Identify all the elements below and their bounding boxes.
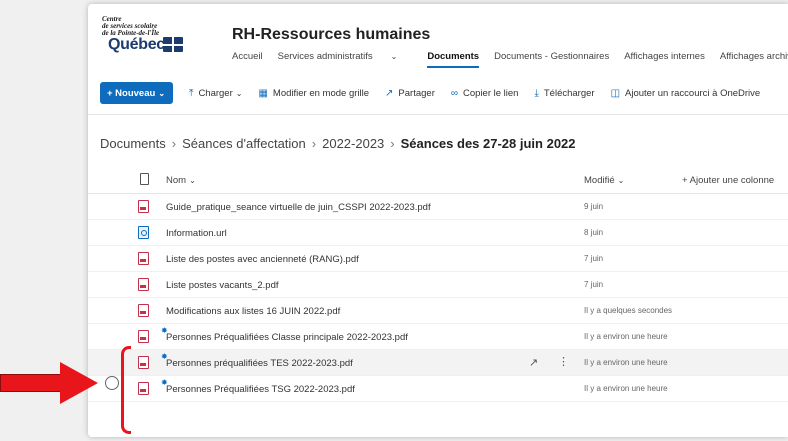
red-arrow-annotation (0, 374, 62, 392)
file-modified: 7 juin (584, 280, 604, 289)
table-row[interactable]: Guide_pratique_seance virtuelle de juin_… (88, 194, 788, 220)
file-name[interactable]: Guide_pratique_seance virtuelle de juin_… (166, 202, 431, 213)
sharepoint-window: Centre de services scolaire de la Pointe… (88, 4, 788, 437)
site-header: Centre de services scolaire de la Pointe… (88, 4, 788, 76)
breadcrumb-documents[interactable]: Documents (100, 136, 166, 151)
share-label: Partager (398, 87, 435, 99)
table-row[interactable]: ✸ Personnes Préqualifiées Classe princip… (88, 324, 788, 350)
table-row[interactable]: Modifications aux listes 16 JUIN 2022.pd… (88, 298, 788, 324)
nav-item-accueil[interactable]: Accueil (232, 51, 263, 68)
upload-button[interactable]: ⤒ Charger ⌄ (189, 88, 242, 99)
file-modified: 8 juin (584, 228, 604, 237)
nav-item-affichages-internes[interactable]: Affichages internes (624, 51, 705, 68)
chevron-down-icon: ⌄ (158, 88, 166, 98)
file-name[interactable]: Liste des postes avec ancienneté (RANG).… (166, 254, 359, 265)
row-select-radio[interactable] (105, 376, 119, 390)
pdf-file-icon (138, 278, 149, 291)
table-row[interactable]: ✸ Personnes préqualifiées TES 2022-2023.… (88, 350, 788, 376)
chevron-down-icon: ⌄ (617, 176, 625, 185)
copy-link-button[interactable]: ∞ Copier le lien (451, 88, 519, 99)
download-icon: ⤓ (534, 87, 539, 99)
column-modified[interactable]: Modifié ⌄ (584, 175, 624, 186)
onedrive-shortcut-button[interactable]: ◫ Ajouter un raccourci à OneDrive (611, 88, 761, 99)
file-modified: Il y a quelques secondes (584, 306, 673, 315)
column-name-label: Nom (166, 175, 187, 186)
table-row[interactable]: Liste des postes avec ancienneté (RANG).… (88, 246, 788, 272)
table-row[interactable]: ✸ Personnes Préqualifiées TSG 2022-2023.… (88, 376, 788, 402)
breadcrumb: Documents › Séances d'affectation › 2022-202… (100, 136, 576, 151)
file-modified: 7 juin (584, 254, 604, 263)
file-modified: Il y a environ une heure (584, 384, 668, 393)
file-name[interactable]: Personnes Préqualifiées Classe principal… (166, 332, 408, 343)
download-label: Télécharger (543, 87, 595, 99)
shortcut-icon: ◫ (610, 87, 621, 99)
chevron-down-icon: ⌄ (189, 176, 196, 185)
share-button[interactable]: ↗ Partager (385, 88, 435, 99)
url-file-icon (138, 226, 149, 239)
quebec-logo: Centre de services scolaire de la Pointe… (102, 16, 222, 53)
add-column-button[interactable]: + Ajouter une colonne (682, 175, 774, 186)
file-name[interactable]: Personnes préqualifiées TES 2022-2023.pd… (166, 358, 353, 369)
grid-edit-button[interactable]: ▦ Modifier en mode grille (258, 88, 369, 99)
pdf-file-icon (138, 200, 149, 213)
chevron-right-icon: › (390, 136, 395, 151)
table-row[interactable]: Information.url 8 juin (88, 220, 788, 246)
breadcrumb-seances[interactable]: Séances d'affectation (182, 136, 306, 151)
breadcrumb-current: Séances des 27-28 juin 2022 (400, 136, 576, 151)
upload-label: Charger (198, 87, 233, 99)
share-icon: ↗ (385, 87, 394, 99)
upload-icon: ⤒ (189, 87, 194, 99)
link-icon: ∞ (450, 87, 458, 99)
download-button[interactable]: ⤓ Télécharger (534, 88, 594, 99)
onedrive-shortcut-label: Ajouter un raccourci à OneDrive (625, 87, 761, 99)
file-type-icon[interactable] (140, 173, 149, 185)
file-modified: Il y a environ une heure (584, 332, 668, 341)
logo-quebec: Québec (108, 36, 165, 53)
chevron-down-icon: ⌄ (390, 52, 398, 61)
new-button[interactable]: + Nouveau ⌄ (100, 82, 174, 104)
page: Centre de services scolaire de la Pointe… (0, 0, 788, 441)
red-arrow-head (60, 362, 98, 404)
column-name[interactable]: Nom ⌄ (166, 175, 196, 186)
site-nav: Accueil Services administratifs ⌄ Documen… (232, 51, 788, 68)
nav-item-services[interactable]: Services administratifs ⌄ (278, 51, 413, 68)
nav-item-documents[interactable]: Documents (427, 51, 480, 68)
pdf-file-icon (138, 330, 149, 343)
file-name[interactable]: Personnes Préqualifiées TSG 2022-2023.pd… (166, 384, 355, 395)
column-modified-label: Modifié (584, 175, 615, 186)
nav-item-services-label: Services administratifs (277, 51, 373, 62)
pdf-file-icon (138, 382, 149, 395)
red-bracket-annotation (121, 346, 131, 434)
chevron-down-icon: ⌄ (235, 88, 243, 98)
file-name[interactable]: Modifications aux listes 16 JUIN 2022.pd… (166, 306, 340, 317)
chevron-right-icon: › (171, 136, 177, 151)
site-title[interactable]: RH-Ressources humaines (232, 26, 430, 44)
table-row[interactable]: Liste postes vacants_2.pdf 7 juin (88, 272, 788, 298)
divider (88, 114, 788, 115)
file-modified: Il y a environ une heure (584, 358, 668, 367)
share-icon[interactable]: ↗ (529, 356, 538, 369)
new-button-label: + Nouveau (107, 87, 156, 99)
file-modified: 9 juin (584, 202, 604, 211)
pdf-file-icon (138, 356, 149, 369)
quebec-flag-icon (163, 37, 183, 52)
copy-link-label: Copier le lien (463, 87, 519, 99)
chevron-right-icon: › (311, 136, 317, 151)
nav-item-documents-gestionnaires[interactable]: Documents - Gestionnaires (494, 51, 609, 68)
command-bar: + Nouveau ⌄ ⤒ Charger ⌄ ▦ Modifier en mo… (88, 80, 788, 106)
pdf-file-icon (138, 304, 149, 317)
grid-edit-label: Modifier en mode grille (272, 87, 370, 99)
file-name[interactable]: Information.url (166, 228, 227, 239)
nav-item-affichages-archive[interactable]: Affichages archive (720, 51, 788, 68)
file-name[interactable]: Liste postes vacants_2.pdf (166, 280, 279, 291)
more-options-icon[interactable]: ⋮ (558, 355, 569, 368)
breadcrumb-year[interactable]: 2022-2023 (322, 136, 384, 151)
table-header: Nom ⌄ Modifié ⌄ + Ajouter une colonne (88, 168, 788, 194)
grid-icon: ▦ (258, 87, 268, 99)
pdf-file-icon (138, 252, 149, 265)
